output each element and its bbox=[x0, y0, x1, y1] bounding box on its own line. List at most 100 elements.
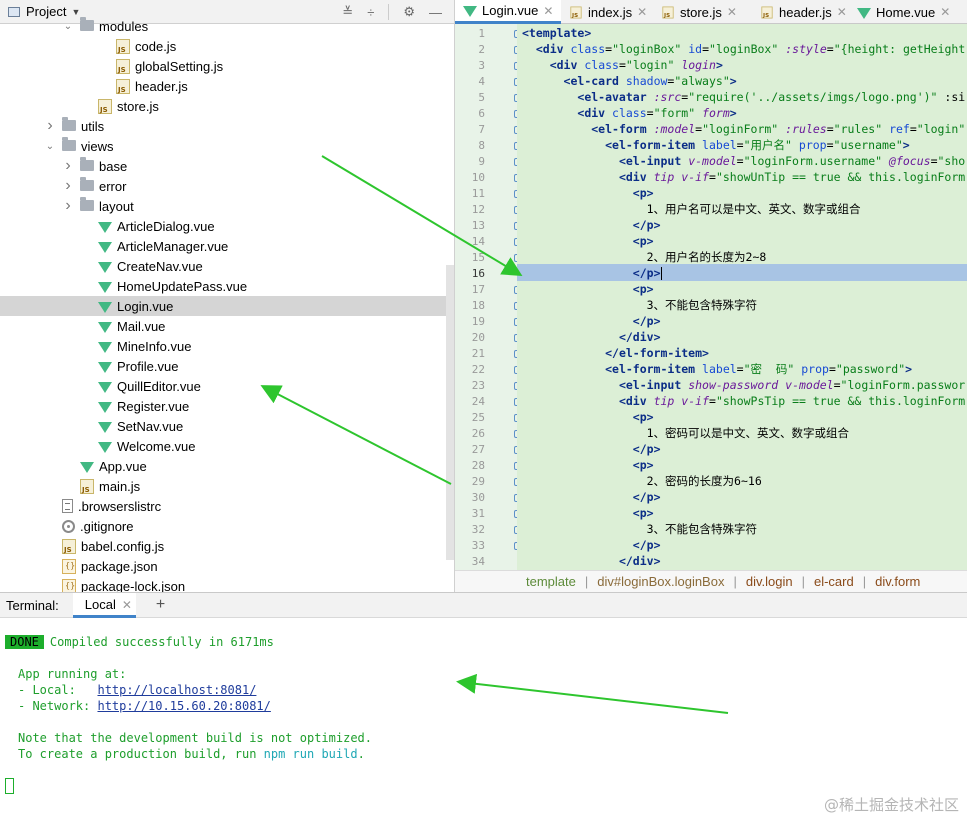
code-line: <template> bbox=[522, 26, 592, 40]
tab-home-vue[interactable]: Home.vue ✕ bbox=[849, 0, 958, 24]
tree-item-label: main.js bbox=[99, 478, 141, 494]
tree-file[interactable]: ArticleManager.vue bbox=[0, 236, 454, 256]
tree-item-label: Mail.vue bbox=[117, 318, 166, 334]
tree-file[interactable]: babel.config.js bbox=[0, 536, 454, 556]
tree-file[interactable]: code.js bbox=[0, 36, 454, 56]
done-badge: DONE bbox=[5, 635, 44, 649]
tree-file[interactable]: main.js bbox=[0, 476, 454, 496]
project-view-icon bbox=[8, 6, 20, 17]
chevron-right-icon[interactable]: › bbox=[62, 177, 74, 195]
folder-icon bbox=[80, 196, 94, 211]
breadcrumb-item[interactable]: div#loginBox.loginBox bbox=[597, 574, 724, 589]
tree-item-label: Register.vue bbox=[117, 398, 190, 414]
tree-item-label: base bbox=[99, 158, 128, 174]
breadcrumb-item[interactable]: div.form bbox=[875, 574, 920, 589]
editor-tabs: Login.vue✕index.js✕store.js✕header.js✕Ho… bbox=[455, 0, 967, 24]
code-line: </el-form-item> bbox=[605, 346, 709, 360]
tab-index-js[interactable]: index.js ✕ bbox=[561, 0, 655, 24]
terminal-tab-label: Local bbox=[84, 596, 116, 612]
line-number: 6 bbox=[478, 107, 485, 120]
tree-file[interactable]: store.js bbox=[0, 96, 454, 116]
tree-item-label: ArticleDialog.vue bbox=[117, 218, 215, 234]
tree-file[interactable]: globalSetting.js bbox=[0, 56, 454, 76]
tree-item-label: MineInfo.vue bbox=[117, 338, 192, 354]
close-icon[interactable]: ✕ bbox=[122, 598, 132, 612]
tree-item-label: .gitignore bbox=[80, 518, 134, 534]
tree-folder[interactable]: › layout bbox=[0, 196, 454, 216]
tab-store-js[interactable]: store.js ✕ bbox=[653, 0, 745, 24]
tree-file[interactable]: App.vue bbox=[0, 456, 454, 476]
js-file-icon bbox=[116, 38, 130, 54]
chevron-right-icon[interactable]: › bbox=[44, 117, 56, 135]
tab-label: header.js bbox=[779, 4, 832, 20]
tree-file[interactable]: package-lock.json bbox=[0, 576, 454, 592]
close-icon[interactable]: ✕ bbox=[727, 5, 737, 19]
tree-file[interactable]: Register.vue bbox=[0, 396, 454, 416]
code-line: </p> bbox=[632, 314, 661, 328]
code-line: <el-form :model="loginForm" :rules="rule… bbox=[591, 122, 966, 136]
line-number: 13 bbox=[471, 219, 485, 232]
chevron-down-icon[interactable]: ▼ bbox=[71, 7, 80, 17]
tree-folder[interactable]: ⌄ views bbox=[0, 136, 454, 156]
tree-scrollbar[interactable] bbox=[446, 265, 454, 560]
tree-file[interactable]: .gitignore bbox=[0, 516, 454, 536]
tree-file[interactable]: Welcome.vue bbox=[0, 436, 454, 456]
breadcrumb-item[interactable]: template bbox=[526, 574, 576, 589]
line-number: 28 bbox=[471, 459, 485, 472]
tree-file[interactable]: QuillEditor.vue bbox=[0, 376, 454, 396]
tab-header-js[interactable]: header.js ✕ bbox=[752, 0, 855, 24]
tree-folder[interactable]: › error bbox=[0, 176, 454, 196]
tree-item-label: Login.vue bbox=[117, 298, 174, 314]
tree-file[interactable]: MineInfo.vue bbox=[0, 336, 454, 356]
local-url-link[interactable]: http://localhost:8081/ bbox=[97, 683, 256, 697]
chevron-down-icon[interactable]: ⌄ bbox=[44, 141, 56, 152]
tree-file[interactable]: ArticleDialog.vue bbox=[0, 216, 454, 236]
folder-icon bbox=[62, 116, 76, 131]
tree-folder[interactable]: ⌄ modules bbox=[0, 16, 454, 36]
code-line: <p> bbox=[632, 234, 654, 248]
network-url-link[interactable]: http://10.15.60.20:8081/ bbox=[97, 699, 270, 713]
code-area[interactable]: <template> <div class="loginBox" id="log… bbox=[517, 24, 967, 570]
code-line: <div class="loginBox" id="loginBox" :sty… bbox=[535, 42, 966, 56]
tree-item-label: package.json bbox=[81, 558, 158, 574]
breadcrumb-item[interactable]: el-card bbox=[814, 574, 854, 589]
tree-folder[interactable]: › utils bbox=[0, 116, 454, 136]
close-icon[interactable]: ✕ bbox=[837, 5, 847, 19]
tab-login-vue[interactable]: Login.vue ✕ bbox=[455, 0, 562, 24]
local-label: - Local: bbox=[18, 683, 98, 697]
close-icon[interactable]: ✕ bbox=[940, 5, 950, 19]
tree-file[interactable]: SetNav.vue bbox=[0, 416, 454, 436]
tree-file[interactable]: header.js bbox=[0, 76, 454, 96]
new-terminal-icon[interactable]: + bbox=[156, 596, 165, 614]
network-url-line: - Network: http://10.15.60.20:8081/ bbox=[18, 698, 271, 714]
tab-terminal-local[interactable]: Local ✕ bbox=[72, 592, 136, 618]
breadcrumb-separator: | bbox=[801, 574, 805, 589]
tree-file[interactable]: Login.vue bbox=[0, 296, 454, 316]
vue-file-icon bbox=[98, 401, 112, 413]
compile-message: Compiled successfully in 6171ms bbox=[49, 635, 274, 649]
tree-file[interactable]: .browserslistrc bbox=[0, 496, 454, 516]
tree-item-label: globalSetting.js bbox=[135, 58, 224, 74]
app-running-text: App running at: bbox=[18, 667, 127, 681]
tree-folder[interactable]: › base bbox=[0, 156, 454, 176]
tree-file[interactable]: Mail.vue bbox=[0, 316, 454, 336]
build-command: npm run build bbox=[263, 747, 358, 761]
tree-file[interactable]: package.json bbox=[0, 556, 454, 576]
text-caret bbox=[660, 267, 662, 280]
close-icon[interactable]: ✕ bbox=[637, 5, 647, 19]
terminal-output[interactable]: DONE Compiled successfully in 6171ms App … bbox=[0, 618, 967, 821]
close-icon[interactable]: ✕ bbox=[543, 4, 553, 18]
line-number: 19 bbox=[471, 315, 485, 328]
chevron-down-icon[interactable]: ⌄ bbox=[62, 21, 74, 32]
breadcrumb-item[interactable]: div.login bbox=[746, 574, 793, 589]
tree-file[interactable]: HomeUpdatePass.vue bbox=[0, 276, 454, 296]
tree-item-label: code.js bbox=[135, 38, 177, 54]
line-number: 11 bbox=[471, 187, 485, 200]
code-line: <div tip v-if="showPsTip == true && this… bbox=[618, 394, 966, 408]
tree-file[interactable]: CreateNav.vue bbox=[0, 256, 454, 276]
vue-file-icon bbox=[98, 241, 112, 253]
tree-item-label: .browserslistrc bbox=[78, 498, 162, 514]
chevron-right-icon[interactable]: › bbox=[62, 157, 74, 175]
tree-file[interactable]: Profile.vue bbox=[0, 356, 454, 376]
chevron-right-icon[interactable]: › bbox=[62, 197, 74, 215]
